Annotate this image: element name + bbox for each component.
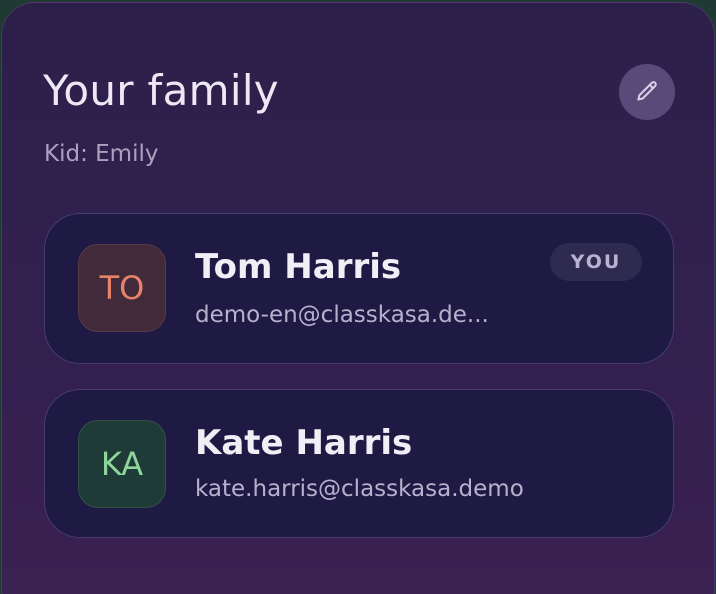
pencil-icon: [637, 81, 657, 101]
family-member-kate-harris[interactable]: KA Kate Harris kate.harris@classkasa.dem…: [44, 389, 674, 538]
kid-label: Kid: Emily: [44, 141, 159, 167]
you-badge: YOU: [550, 243, 642, 281]
avatar: KA: [78, 420, 166, 508]
page-title: Your family: [43, 66, 279, 115]
avatar-initials: TO: [99, 269, 145, 307]
family-card: Your family Kid: Emily TO Tom Harris dem…: [1, 2, 715, 594]
member-email: demo-en@classkasa.de...: [195, 302, 489, 328]
edit-family-button[interactable]: [619, 64, 675, 120]
family-member-tom-harris[interactable]: TO Tom Harris demo-en@classkasa.de... YO…: [44, 213, 674, 364]
member-name: Tom Harris: [195, 247, 402, 287]
avatar-initials: KA: [100, 445, 144, 483]
member-email: kate.harris@classkasa.demo: [195, 476, 524, 502]
member-name: Kate Harris: [195, 423, 413, 463]
avatar: TO: [78, 244, 166, 332]
